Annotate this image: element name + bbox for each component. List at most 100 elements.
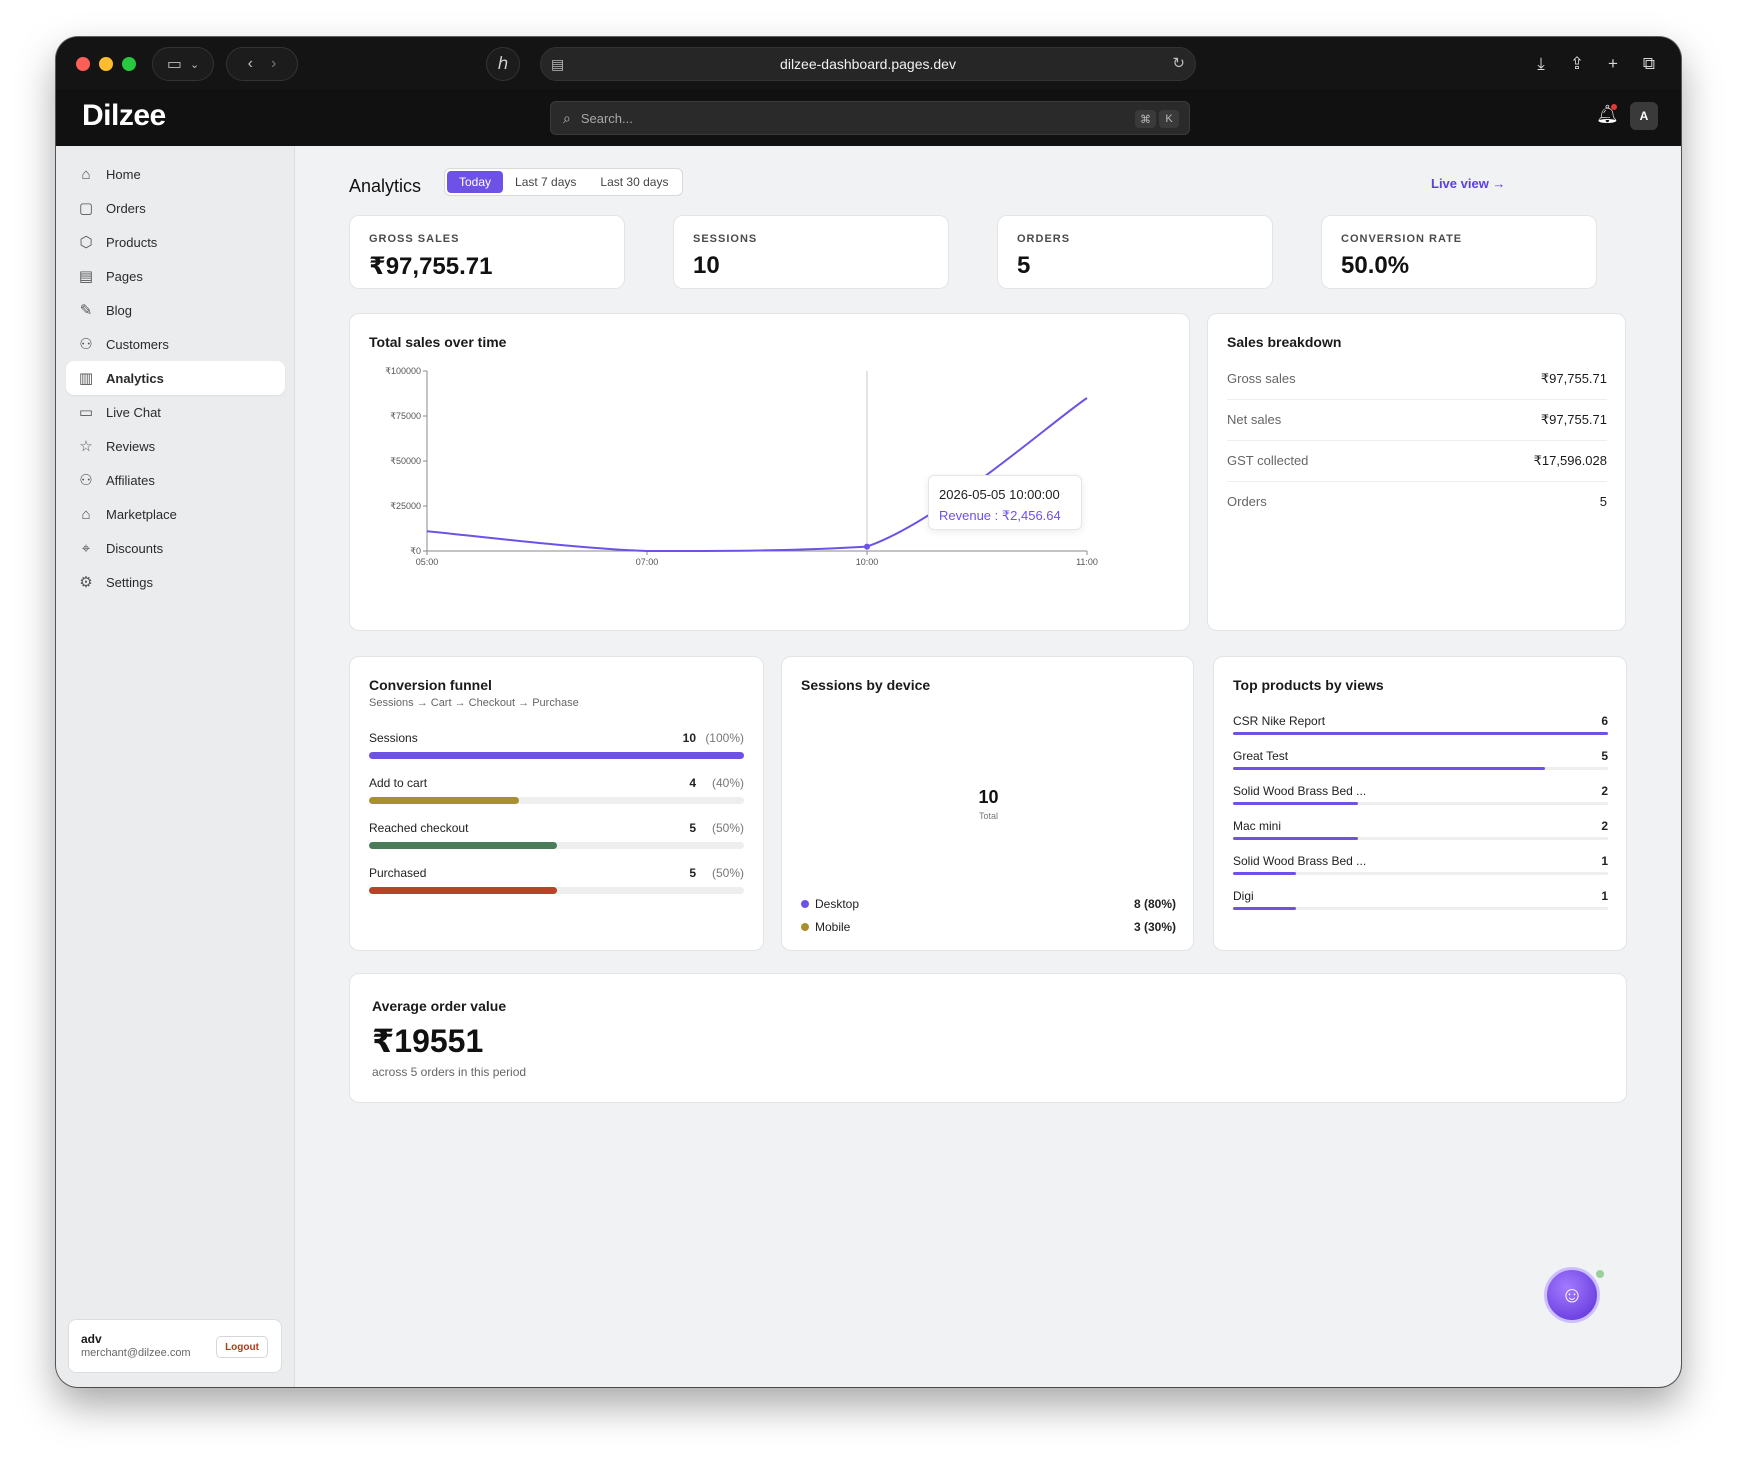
legend-dot <box>801 923 809 931</box>
product-views: 6 <box>1601 714 1608 728</box>
blog-icon: ✎ <box>79 302 93 319</box>
chat-icon: ▭ <box>78 404 94 421</box>
breakdown-label: Gross sales <box>1227 371 1296 386</box>
address-bar[interactable]: ▤ dilzee-dashboard.pages.dev ↻ <box>540 47 1196 81</box>
funnel-count: 10 <box>682 731 696 745</box>
product-fill <box>1233 907 1296 910</box>
funnel-fill <box>369 752 744 759</box>
funnel-label: Sessions <box>369 731 418 745</box>
search-icon: ⌕ <box>563 109 571 126</box>
extension-button[interactable]: ℎ <box>486 47 520 81</box>
app-header: Dilzee ⌕ Search... ⌘ K 🔔︎ A <box>56 89 1681 146</box>
product-row[interactable]: Digi 1 <box>1233 889 1608 919</box>
tab-last-30-days[interactable]: Last 30 days <box>588 171 680 193</box>
browser-window: ▭ ⌄ ‹ › ℎ ▤ dilzee-dashboard.pages.dev ↻ ⤓… <box>56 37 1681 1387</box>
product-views: 2 <box>1601 819 1608 833</box>
stat-card-orders: ORDERS 5 <box>997 215 1273 289</box>
product-row[interactable]: Solid Wood Brass Bed ... 1 <box>1233 854 1608 884</box>
minimize-window-button[interactable] <box>99 57 113 71</box>
close-window-button[interactable] <box>76 57 90 71</box>
sales-chart[interactable]: ₹100000 ₹75000 ₹50000 ₹25000 ₹005:00 07:00 10:… <box>350 314 1191 632</box>
search-placeholder: Search... <box>580 110 633 126</box>
sidebar-item-reviews[interactable]: ☆ Reviews <box>66 429 285 463</box>
sales-chart-card: Total sales over time ₹100000 ₹75000 ₹5000… <box>349 313 1190 631</box>
device-name: Desktop <box>815 897 860 911</box>
sidebar-item-discounts[interactable]: ⌖ Discounts <box>66 531 285 565</box>
product-views: 2 <box>1601 784 1608 798</box>
logout-button[interactable]: Logout <box>216 1336 268 1358</box>
sidebar-toggle-icon: ▭ <box>166 56 182 73</box>
tab-last-7-days[interactable]: Last 7 days <box>503 171 588 193</box>
sidebar-item-pages[interactable]: ▤ Pages <box>66 259 285 293</box>
maximize-window-button[interactable] <box>122 57 136 71</box>
funnel-track <box>369 887 744 894</box>
new-tab-icon[interactable]: + <box>1600 51 1626 77</box>
funnel-track <box>369 752 744 759</box>
logo[interactable]: Dilzee <box>82 99 166 133</box>
live-view-link[interactable]: Live view → <box>1431 176 1505 191</box>
tabs-overview-icon[interactable]: ⧉ <box>1636 51 1662 77</box>
back-icon[interactable]: ‹ <box>248 55 253 73</box>
products-icon: ⬡ <box>79 234 93 251</box>
sidebar-item-blog[interactable]: ✎ Blog <box>66 293 285 327</box>
sidebar-item-live-chat[interactable]: ▭ Live Chat <box>66 395 285 429</box>
funnel-pct: (50%) <box>711 821 744 835</box>
search-input[interactable]: ⌕ Search... ⌘ K <box>550 101 1190 135</box>
device-value: 8 (80%) <box>1133 897 1176 911</box>
product-row[interactable]: Mac mini 2 <box>1233 819 1608 849</box>
notification-dot <box>1611 104 1617 110</box>
forward-icon[interactable]: › <box>271 55 276 73</box>
tooltip-time: 2026-05-05 10:00:00 <box>939 487 1060 502</box>
sidebar-item-label: Live Chat <box>106 404 161 420</box>
product-views: 1 <box>1601 854 1608 868</box>
sidebar-item-analytics[interactable]: ▥ Analytics <box>66 361 285 395</box>
orders-icon: ▢ <box>78 200 94 217</box>
sidebar-item-label: Analytics <box>106 370 164 386</box>
device-row-desktop: Desktop 8 (80%) <box>801 895 1176 915</box>
robot-icon: ☺ <box>1560 1282 1584 1307</box>
stat-card-sessions: SESSIONS 10 <box>673 215 949 289</box>
product-row[interactable]: CSR Nike Report 6 <box>1233 714 1608 744</box>
avatar[interactable]: A <box>1630 102 1658 130</box>
product-name: Solid Wood Brass Bed ... <box>1233 784 1367 798</box>
share-icon[interactable]: ⇪ <box>1564 51 1590 77</box>
page-settings-icon[interactable]: ▤ <box>551 56 564 73</box>
aov-subtitle: across 5 orders in this period <box>372 1065 527 1079</box>
sidebar-item-customers[interactable]: ⚇ Customers <box>66 327 285 361</box>
funnel-fill <box>369 887 557 894</box>
aov-value: ₹19551 <box>372 1023 484 1059</box>
sidebar-item-orders[interactable]: ▢ Orders <box>66 191 285 225</box>
funnel-step-reached-checkout: Reached checkout 5 (50%) <box>369 821 744 861</box>
chat-assistant-button[interactable]: ☺ <box>1544 1267 1600 1323</box>
breakdown-row: Net sales ₹97,755.71 <box>1227 400 1607 441</box>
sidebar-item-label: Marketplace <box>106 506 177 522</box>
shortcut-key-cmd: ⌘ <box>1135 110 1156 128</box>
stat-value: ₹97,755.71 <box>369 253 493 280</box>
breakdown-value: ₹17,596.028 <box>1533 453 1607 468</box>
tab-today[interactable]: Today <box>447 171 504 193</box>
sidebar-item-settings[interactable]: ⚙ Settings <box>66 565 285 599</box>
reload-icon[interactable]: ↻ <box>1172 54 1185 72</box>
url-text: dilzee-dashboard.pages.dev <box>780 56 956 72</box>
product-fill <box>1233 732 1608 735</box>
top-products-card: Top products by views CSR Nike Report 6 … <box>1213 656 1627 951</box>
funnel-step-sessions: Sessions 10 (100%) <box>369 731 744 771</box>
stat-value: 10 <box>693 252 720 279</box>
sidebar-item-affiliates[interactable]: ⚇ Affiliates <box>66 463 285 497</box>
stat-value: 5 <box>1017 252 1031 279</box>
sidebar-toggle-button[interactable]: ▭ ⌄ <box>152 47 214 81</box>
sidebar-item-home[interactable]: ⌂ Home <box>66 157 285 191</box>
sidebar-item-marketplace[interactable]: ⌂ Marketplace <box>66 497 285 531</box>
product-row[interactable]: Great Test 5 <box>1233 749 1608 779</box>
product-name: CSR Nike Report <box>1233 714 1326 728</box>
product-fill <box>1233 802 1358 805</box>
funnel-pct: (100%) <box>705 731 744 745</box>
product-track <box>1233 837 1608 840</box>
sidebar-item-products[interactable]: ⬡ Products <box>66 225 285 259</box>
download-icon[interactable]: ⤓ <box>1528 51 1554 77</box>
product-name: Mac mini <box>1233 819 1282 833</box>
sidebar-item-label: Settings <box>106 574 153 590</box>
average-order-value-card: Average order value ₹19551 across 5 orde… <box>349 973 1627 1103</box>
product-fill <box>1233 837 1358 840</box>
product-row[interactable]: Solid Wood Brass Bed ... 2 <box>1233 784 1608 814</box>
